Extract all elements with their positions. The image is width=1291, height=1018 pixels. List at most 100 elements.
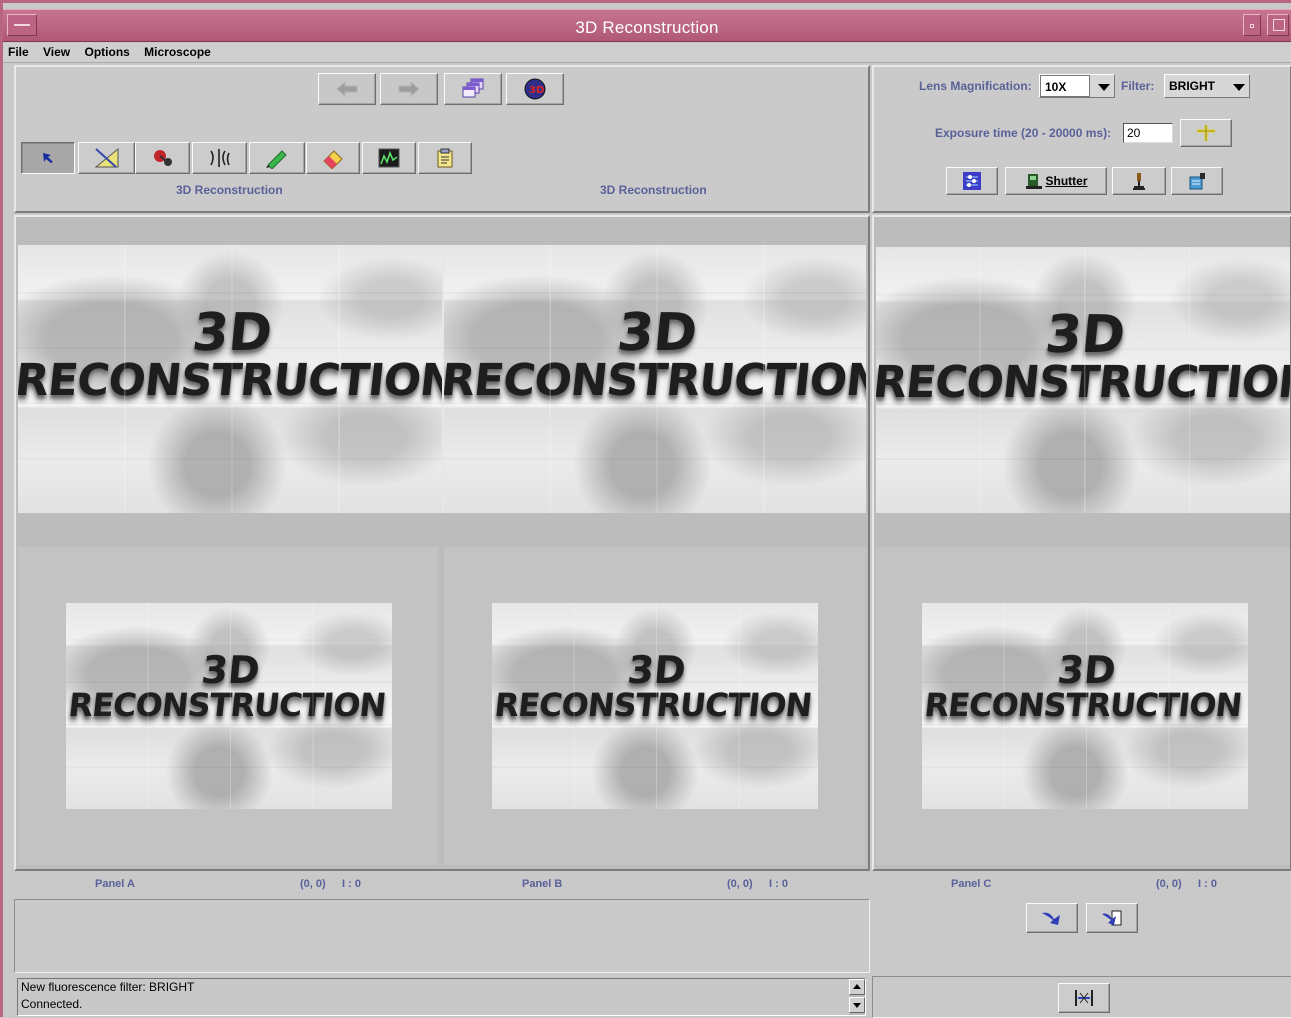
panel-c-label: Panel C bbox=[951, 878, 992, 890]
panel-b-index: I : 0 bbox=[769, 878, 788, 890]
image-caption: 3D RECONSTRUCTION bbox=[492, 648, 818, 724]
previous-button[interactable] bbox=[318, 73, 376, 105]
image-caption-line2: RECONSTRUCTION bbox=[66, 686, 388, 724]
panel-a-image: 3D RECONSTRUCTION bbox=[66, 603, 392, 809]
clipboard-button[interactable] bbox=[418, 142, 472, 174]
shutter-label: Shutter bbox=[1045, 174, 1088, 188]
panel-b-view[interactable]: 3D RECONSTRUCTION bbox=[444, 547, 866, 865]
device-settings-button[interactable] bbox=[1171, 167, 1223, 195]
toolbar-panel: 3D 3D Reconstruction 3D Reconstruction bbox=[14, 65, 870, 213]
panel-b-coords: (0, 0) bbox=[727, 878, 753, 890]
image-caption: 3D RECONSTRUCTION bbox=[922, 648, 1248, 724]
svg-text:3D: 3D bbox=[529, 85, 544, 96]
chevron-down-icon bbox=[1098, 84, 1110, 91]
draw-tool-button[interactable] bbox=[249, 142, 305, 174]
apply-exposure-button[interactable] bbox=[1180, 119, 1232, 147]
scroll-up-button[interactable] bbox=[849, 979, 865, 995]
image-caption-line2: RECONSTRUCTION bbox=[444, 355, 866, 406]
info-area bbox=[14, 899, 870, 973]
panel-c-view[interactable]: 3D RECONSTRUCTION bbox=[876, 547, 1290, 865]
chevron-down-icon bbox=[1233, 84, 1245, 91]
image-caption-line1: 3D bbox=[1042, 305, 1129, 365]
image-caption: 3D RECONSTRUCTION bbox=[66, 648, 392, 724]
menu-bar: File View Options Microscope bbox=[3, 43, 1291, 63]
measure-tool-button[interactable] bbox=[78, 142, 135, 174]
panel-c-index: I : 0 bbox=[1198, 878, 1217, 890]
panel-b-label: Panel B bbox=[522, 878, 563, 890]
menu-file[interactable]: File bbox=[3, 43, 35, 59]
title-bar[interactable]: 3D Reconstruction bbox=[3, 9, 1291, 42]
pin-marker-icon bbox=[153, 150, 172, 166]
menu-view[interactable]: View bbox=[38, 43, 76, 59]
split-tool-button[interactable] bbox=[192, 142, 247, 174]
panel-a-coords: (0, 0) bbox=[300, 878, 326, 890]
eraser-icon bbox=[323, 150, 343, 169]
app-window: 3D Reconstruction File View Options Micr… bbox=[0, 0, 1291, 1018]
erase-tool-button[interactable] bbox=[306, 142, 360, 174]
image-caption: 3D RECONSTRUCTION bbox=[444, 303, 866, 406]
message-log[interactable]: New fluorescence filter: BRIGHT Connecte… bbox=[17, 978, 866, 1016]
log-scrollbar[interactable] bbox=[849, 979, 865, 1015]
image-caption-line2: RECONSTRUCTION bbox=[876, 357, 1290, 408]
crosshair-icon bbox=[1197, 125, 1215, 141]
pointer-arrow-icon bbox=[43, 153, 53, 163]
marker-tool-button[interactable] bbox=[135, 142, 190, 174]
panel-a-label: Panel A bbox=[95, 878, 135, 890]
image-caption-line2: RECONSTRUCTION bbox=[492, 686, 814, 724]
menu-options[interactable]: Options bbox=[80, 43, 136, 59]
import-button[interactable] bbox=[1026, 903, 1078, 933]
panel-c-coords: (0, 0) bbox=[1156, 878, 1182, 890]
lens-label: Lens Magnification: bbox=[919, 79, 1032, 93]
chevron-up-icon bbox=[853, 984, 861, 989]
microscope-panel: Lens Magnification: 10X Filter: BRIGHT E… bbox=[872, 65, 1291, 213]
exposure-time-input[interactable]: 20 bbox=[1123, 123, 1173, 143]
histogram-icon bbox=[378, 148, 400, 168]
histogram-button[interactable] bbox=[362, 142, 416, 174]
export-button[interactable] bbox=[1086, 903, 1138, 933]
arrow-left-icon bbox=[336, 81, 358, 97]
ruler-angle-icon bbox=[94, 147, 118, 168]
viewer-panel-c: 3D RECONSTRUCTION 3D RECONSTRUCTION bbox=[872, 215, 1291, 871]
image-caption-line2: RECONSTRUCTION bbox=[922, 686, 1244, 724]
panel-b-large-image: 3D RECONSTRUCTION bbox=[444, 245, 866, 513]
panel-b-image: 3D RECONSTRUCTION bbox=[492, 603, 818, 809]
panel-a-index: I : 0 bbox=[342, 878, 361, 890]
focus-button[interactable] bbox=[946, 167, 998, 195]
shutter-button[interactable]: Shutter bbox=[1005, 167, 1107, 195]
log-line-2: Connected. bbox=[21, 997, 83, 1011]
3d-sphere-icon: 3D bbox=[524, 78, 546, 100]
log-line-1: New fluorescence filter: BRIGHT bbox=[21, 980, 195, 994]
filter-value: BRIGHT bbox=[1165, 75, 1227, 97]
3d-view-button[interactable]: 3D bbox=[506, 73, 564, 105]
pointer-tool-button[interactable] bbox=[21, 142, 75, 174]
cascade-windows-button[interactable] bbox=[444, 73, 502, 105]
panel-a-large-image: 3D RECONSTRUCTION bbox=[18, 245, 442, 513]
export-arrow-icon bbox=[1102, 910, 1122, 926]
split-tool-icon bbox=[209, 149, 230, 167]
image-caption-line1: 3D bbox=[199, 648, 262, 692]
chevron-down-icon bbox=[853, 1003, 861, 1008]
maximize-button[interactable] bbox=[1267, 14, 1289, 36]
reconstruct-button[interactable] bbox=[1058, 983, 1110, 1013]
stitched-image-view[interactable]: 3D RECONSTRUCTION 3D RECONSTRUCTION bbox=[18, 245, 866, 513]
exposure-label: Exposure time (20 - 20000 ms): bbox=[935, 126, 1112, 140]
minimize-icon bbox=[1250, 24, 1254, 28]
next-button[interactable] bbox=[380, 73, 438, 105]
microscope-stage-button[interactable] bbox=[1112, 167, 1166, 195]
image-caption-line1: 3D bbox=[625, 648, 688, 692]
lens-magnification-select[interactable]: 10X bbox=[1039, 74, 1115, 98]
microscope-icon bbox=[1133, 173, 1145, 190]
image-caption-line1: 3D bbox=[1055, 648, 1118, 692]
image-caption: 3D RECONSTRUCTION bbox=[18, 303, 442, 406]
focus-sliders-icon bbox=[963, 172, 981, 190]
minimize-button[interactable] bbox=[1243, 14, 1261, 36]
scroll-down-button[interactable] bbox=[849, 997, 865, 1013]
windows-stack-icon bbox=[462, 78, 484, 98]
filter-select[interactable]: BRIGHT bbox=[1164, 74, 1250, 98]
panel-a-view[interactable]: 3D RECONSTRUCTION bbox=[18, 547, 438, 865]
image-caption-line2: RECONSTRUCTION bbox=[18, 355, 442, 406]
device-icon bbox=[1189, 173, 1205, 190]
viewer-panel-ab: 3D RECONSTRUCTION 3D RECONSTRUCTION 3D R… bbox=[14, 215, 870, 871]
menu-microscope[interactable]: Microscope bbox=[139, 43, 217, 59]
panel-c-large-image[interactable]: 3D RECONSTRUCTION bbox=[876, 247, 1290, 513]
